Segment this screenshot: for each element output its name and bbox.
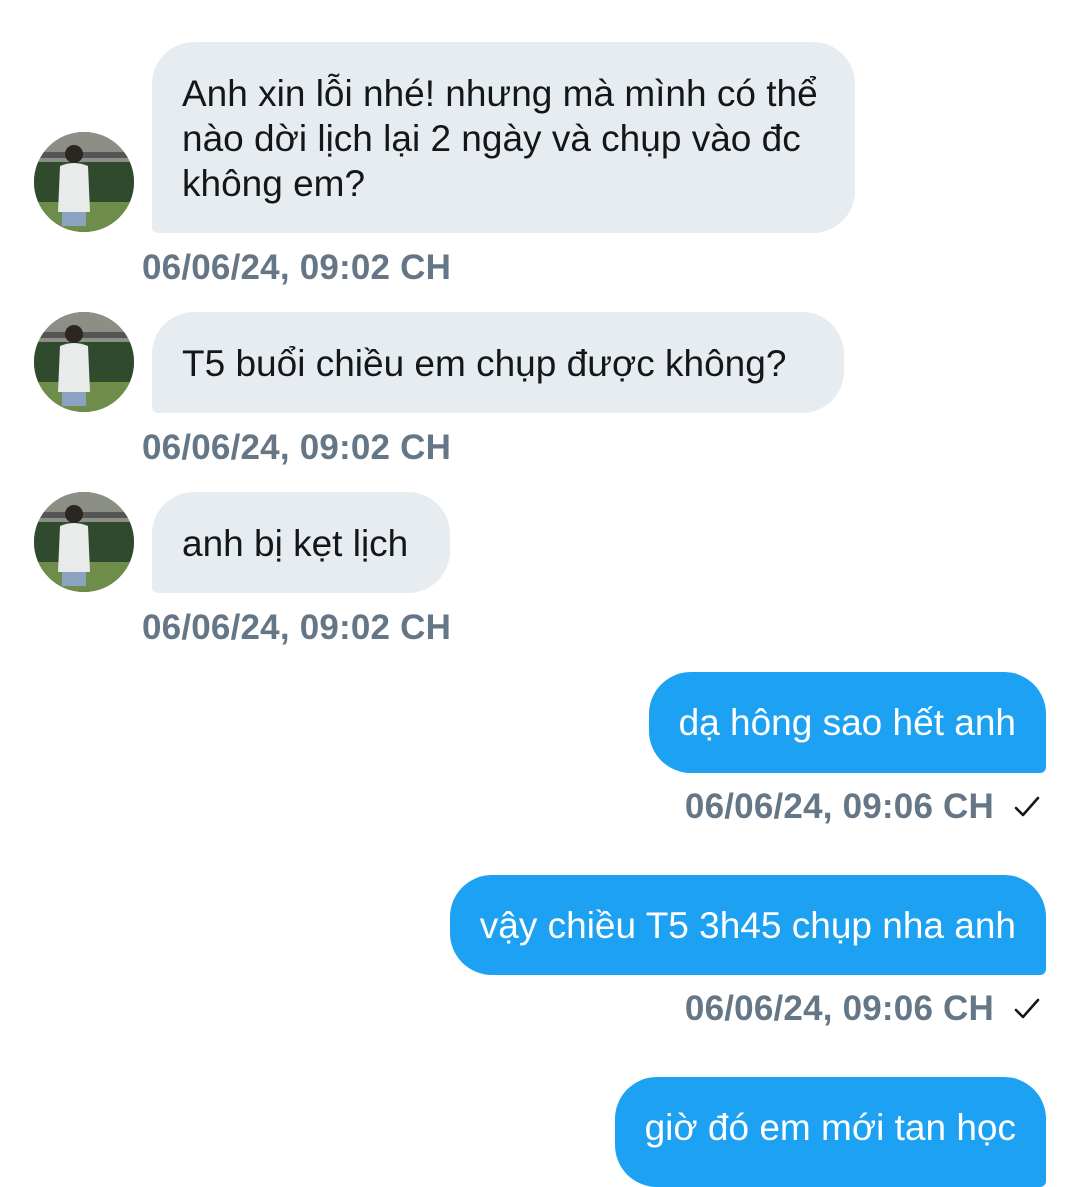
incoming-message-bubble[interactable]: anh bị kẹt lịch	[152, 492, 450, 593]
message-timestamp: 06/06/24, 09:02 CH	[142, 428, 452, 467]
outgoing-message-bubble[interactable]: vậy chiều T5 3h45 chụp nha anh	[449, 875, 1046, 975]
incoming-message-bubble[interactable]: T5 buổi chiều em chụp được không?	[152, 312, 844, 413]
message-timestamp-row: 06/06/24, 09:06 CH	[685, 787, 1042, 827]
message-timestamp: 06/06/24, 09:02 CH	[142, 608, 452, 647]
sender-avatar[interactable]	[34, 312, 134, 412]
message-text: dạ hông sao hết anh	[678, 702, 1016, 743]
avatar-photo	[34, 132, 134, 232]
avatar-photo	[34, 492, 134, 592]
message-timestamp: 06/06/24, 09:02 CH	[142, 248, 452, 287]
avatar-photo	[34, 312, 134, 412]
message-text: giờ đó em mới tan học	[644, 1107, 1016, 1148]
message-text: vậy chiều T5 3h45 chụp nha anh	[479, 905, 1016, 946]
outgoing-message-bubble[interactable]: giờ đó em mới tan học	[614, 1077, 1046, 1187]
checkmark-icon	[1014, 796, 1040, 817]
sender-avatar[interactable]	[34, 492, 134, 592]
message-text: anh bị kẹt lịch	[182, 523, 409, 564]
message-timestamp: 06/06/24, 09:06 CH	[684, 787, 994, 826]
conversation-thread[interactable]: Anh xin lỗi nhé! nhưng mà mình có thể nà…	[0, 0, 1080, 1187]
message-text: Anh xin lỗi nhé! nhưng mà mình có thể nà…	[182, 73, 818, 204]
incoming-message-bubble[interactable]: Anh xin lỗi nhé! nhưng mà mình có thể nà…	[152, 42, 855, 233]
message-timestamp: 06/06/24, 09:06 CH	[684, 989, 994, 1028]
outgoing-message-bubble[interactable]: dạ hông sao hết anh	[648, 672, 1046, 773]
sender-avatar[interactable]	[34, 132, 134, 232]
message-timestamp-row: 06/06/24, 09:06 CH	[685, 989, 1042, 1029]
checkmark-icon	[1014, 998, 1040, 1019]
message-text: T5 buổi chiều em chụp được không?	[182, 343, 787, 384]
